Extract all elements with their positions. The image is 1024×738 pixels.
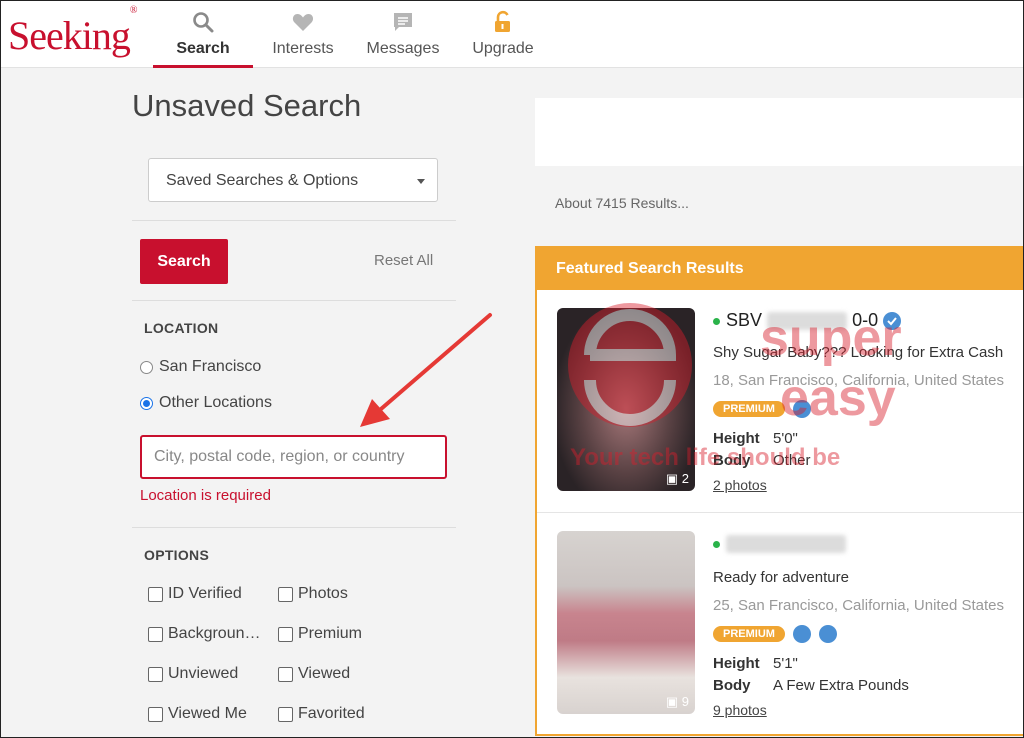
divider — [132, 527, 456, 528]
checkbox-premium[interactable]: Premium — [278, 625, 362, 643]
photos-link[interactable]: 2 photos — [713, 477, 767, 493]
profile-card[interactable]: ▣ 9 Ready for adventure 25, San Francisc… — [537, 512, 1024, 734]
checkbox-icon[interactable] — [148, 586, 163, 602]
divider — [132, 300, 456, 301]
height-attribute: Height 5'1" — [713, 655, 798, 672]
radio-label: Other Locations — [159, 394, 272, 411]
nav-search[interactable]: Search — [153, 8, 253, 68]
verified-icon — [883, 312, 902, 331]
featured-results-panel: Featured Search Results ▣ 2 SBV 0-0 Shy … — [535, 246, 1024, 736]
location-error-message: Location is required — [140, 487, 271, 504]
checkbox-label: Photos — [298, 585, 348, 602]
checkbox-photos[interactable]: Photos — [278, 585, 348, 603]
background-check-badge-icon — [792, 625, 811, 643]
checkbox-id-verified[interactable]: ID Verified — [148, 585, 242, 603]
lock-icon — [495, 10, 510, 32]
checkbox-viewed[interactable]: Viewed — [278, 665, 350, 683]
badge-row: PREMIUM — [713, 625, 837, 643]
profile-card[interactable]: ▣ 2 SBV 0-0 Shy Sugar Baby??? Looking fo… — [537, 290, 1024, 512]
photo-count: ▣ 9 — [665, 694, 689, 709]
profile-location: 18, San Francisco, California, United St… — [713, 372, 1004, 389]
checkbox-icon[interactable] — [278, 626, 293, 642]
profile-location: 25, San Francisco, California, United St… — [713, 597, 1004, 614]
message-icon — [394, 13, 412, 31]
profile-username[interactable]: SBV 0-0 — [713, 310, 902, 331]
saved-searches-dropdown[interactable]: Saved Searches & Options — [148, 158, 438, 202]
checkbox-label: ID Verified — [168, 585, 242, 602]
nav-upgrade[interactable]: Upgrade — [453, 8, 553, 68]
checkbox-icon[interactable] — [148, 706, 163, 722]
saved-searches-label: Saved Searches & Options — [166, 172, 359, 189]
radio-san-francisco[interactable]: San Francisco — [140, 358, 261, 376]
checkbox-icon[interactable] — [278, 666, 293, 682]
height-attribute: Height 5'0" — [713, 430, 798, 447]
reset-all-link[interactable]: Reset All — [374, 252, 433, 269]
radio-selected-icon[interactable] — [140, 396, 153, 410]
divider — [132, 220, 456, 221]
featured-results-title: Featured Search Results — [537, 248, 1024, 290]
profile-headline: Shy Sugar Baby??? Looking for Extra Cash — [713, 344, 1004, 361]
page-title: Unsaved Search — [132, 88, 362, 123]
checkbox-background[interactable]: Backgroun… — [148, 625, 261, 643]
online-indicator-icon — [713, 540, 720, 548]
caret-down-icon — [417, 179, 425, 184]
results-count: About 7415 Results... — [555, 195, 689, 211]
background-check-badge-icon — [792, 400, 811, 418]
checkbox-icon[interactable] — [148, 626, 163, 642]
options-section-label: OPTIONS — [144, 547, 210, 563]
nav-interests-label: Interests — [272, 40, 334, 57]
nav-interests[interactable]: Interests — [253, 8, 353, 68]
checkbox-unviewed[interactable]: Unviewed — [148, 665, 238, 683]
nav-messages[interactable]: Messages — [353, 8, 453, 68]
checkbox-icon[interactable] — [148, 666, 163, 682]
checkbox-label: Viewed — [298, 665, 351, 682]
search-button[interactable]: Search — [140, 239, 228, 284]
nav-messages-label: Messages — [366, 40, 440, 57]
photo-verified-badge-icon — [818, 625, 837, 643]
checkbox-label: Favorited — [298, 705, 365, 722]
location-section-label: LOCATION — [144, 320, 219, 336]
checkbox-label: Backgroun… — [168, 625, 261, 642]
checkbox-label: Premium — [298, 625, 363, 642]
radio-label: San Francisco — [159, 358, 262, 375]
profile-headline: Ready for adventure — [713, 569, 849, 586]
profile-photo[interactable]: ▣ 9 — [557, 531, 695, 714]
online-indicator-icon — [713, 317, 720, 325]
badge-row: PREMIUM — [713, 400, 811, 418]
location-input[interactable] — [140, 435, 447, 479]
results-header-area — [535, 98, 1024, 166]
nav-upgrade-label: Upgrade — [472, 40, 534, 57]
checkbox-icon[interactable] — [278, 586, 293, 602]
premium-badge: PREMIUM — [713, 626, 785, 642]
radio-other-locations[interactable]: Other Locations — [140, 394, 272, 412]
checkbox-icon[interactable] — [278, 706, 293, 722]
premium-badge: PREMIUM — [713, 401, 785, 417]
profile-username[interactable] — [713, 533, 846, 554]
radio-icon[interactable] — [140, 360, 153, 374]
seeking-logo[interactable]: Seeking® — [8, 5, 137, 59]
photos-link[interactable]: 9 photos — [713, 702, 767, 718]
search-icon — [193, 12, 214, 33]
body-attribute: Body A Few Extra Pounds — [713, 677, 909, 694]
profile-photo[interactable]: ▣ 2 — [557, 308, 695, 491]
checkbox-favorited[interactable]: Favorited — [278, 705, 365, 723]
red-arrow-annotation — [360, 313, 492, 427]
checkbox-label: Viewed Me — [168, 705, 247, 722]
heart-icon — [292, 14, 314, 31]
body-attribute: Body Other — [713, 452, 811, 469]
nav-search-label: Search — [176, 40, 230, 57]
photo-count: ▣ 2 — [665, 471, 689, 486]
checkbox-label: Unviewed — [168, 665, 239, 682]
top-header: Seeking® Search Interests Messages Upgra… — [0, 0, 1024, 68]
checkbox-viewed-me[interactable]: Viewed Me — [148, 705, 247, 723]
